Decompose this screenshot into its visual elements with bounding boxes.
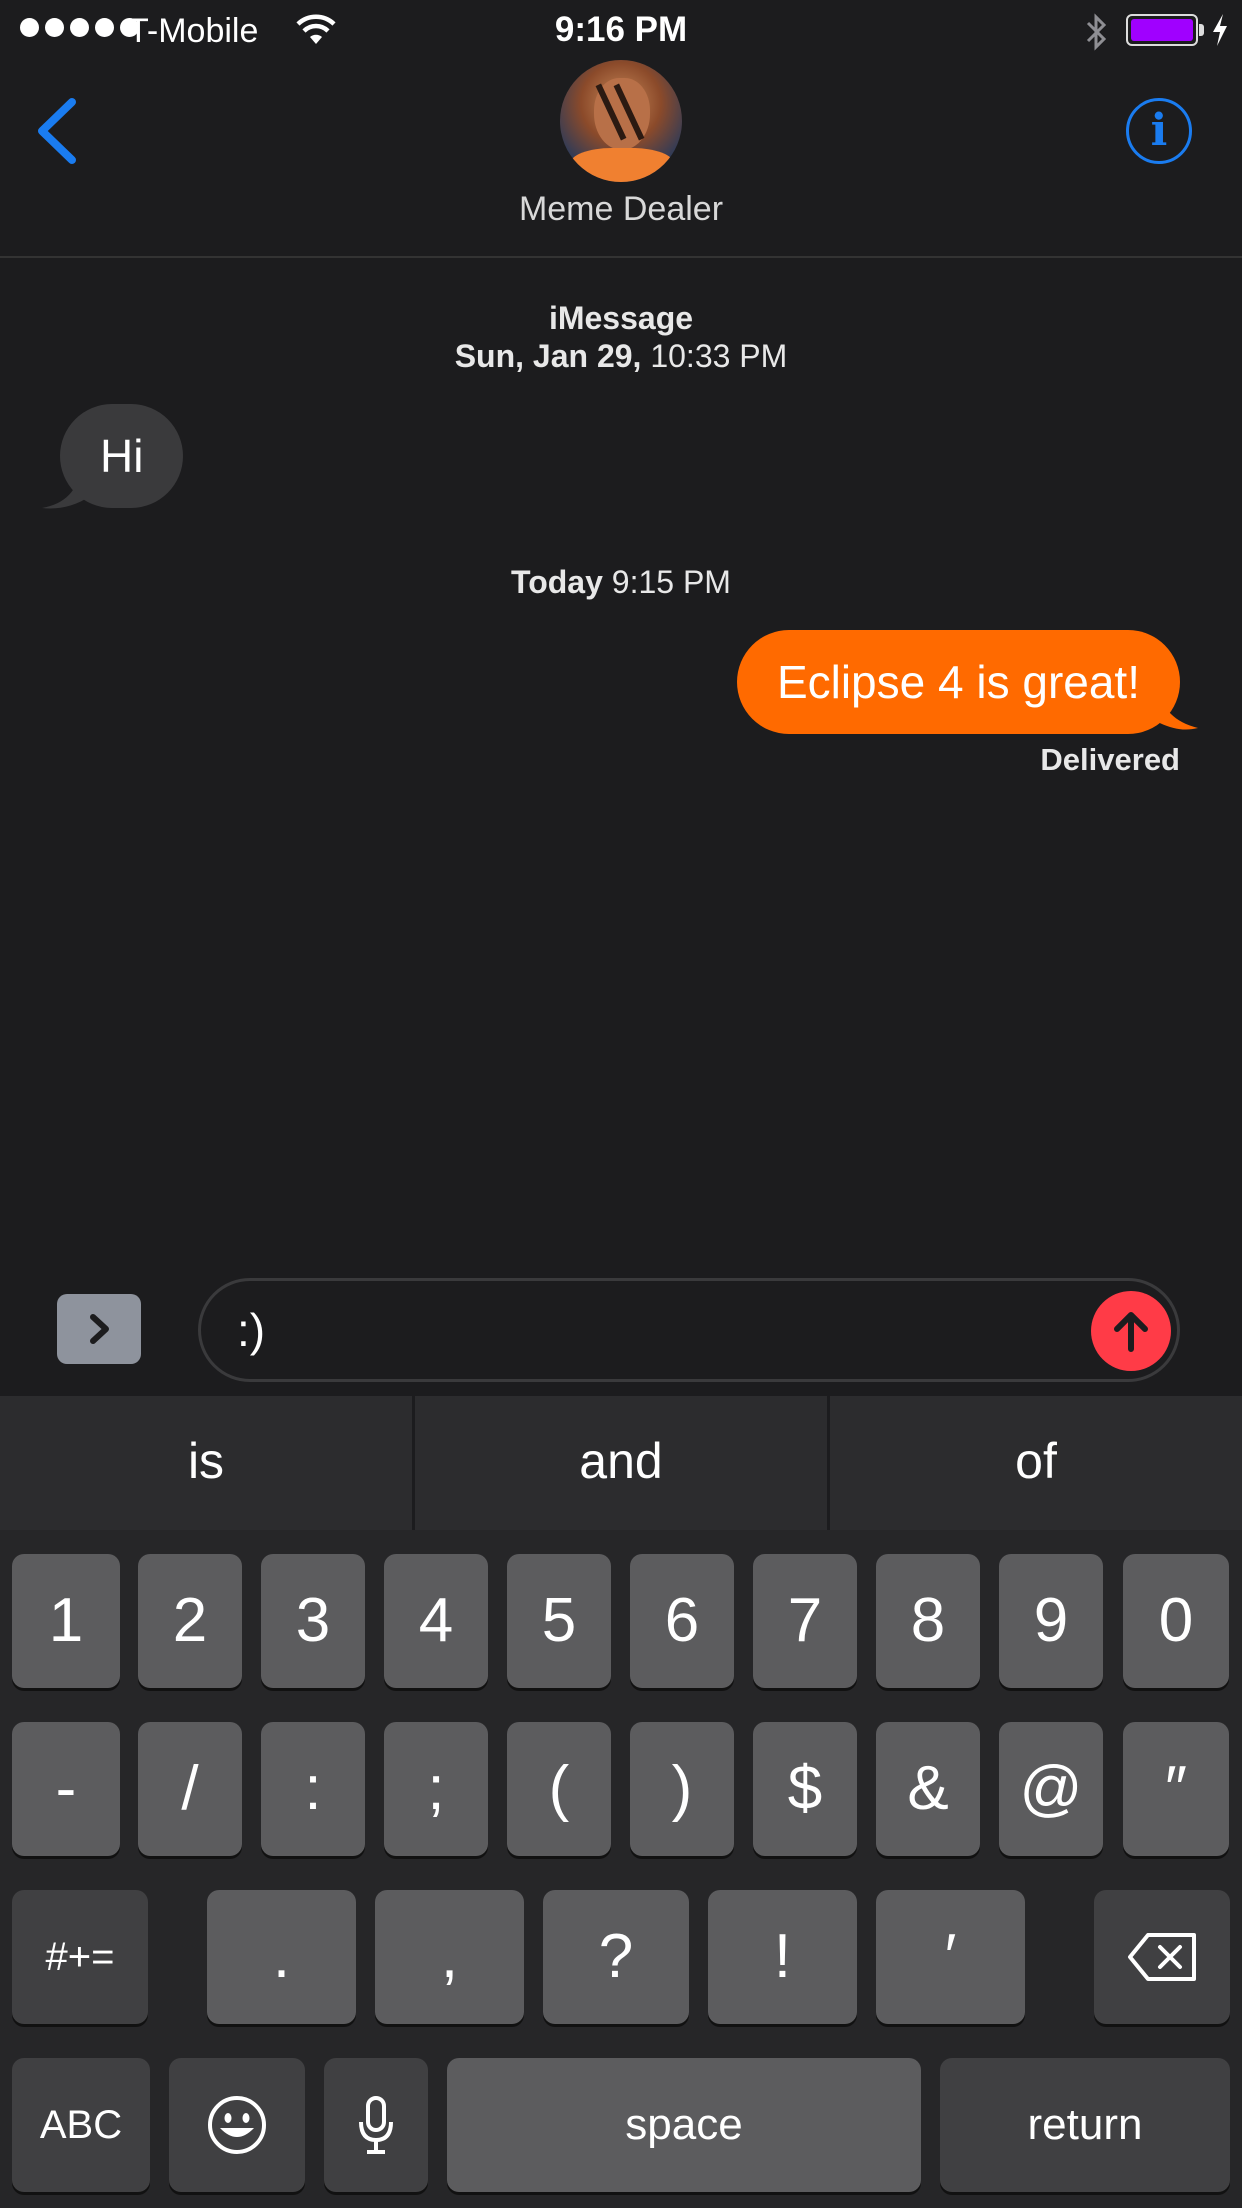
key-apostrophe[interactable]: ′ (876, 1890, 1025, 2024)
suggestion-item[interactable]: and (415, 1396, 830, 1530)
key-dollar[interactable]: $ (753, 1722, 857, 1856)
delivery-status: Delivered (1040, 742, 1180, 777)
key-slash[interactable]: / (138, 1722, 242, 1856)
conversation-header: Meme Dealer i (0, 60, 1242, 258)
key-0[interactable]: 0 (1123, 1554, 1229, 1688)
key-ampersand[interactable]: & (876, 1722, 980, 1856)
key-quote[interactable]: ″ (1123, 1722, 1229, 1856)
message-input-text: :) (237, 1304, 266, 1356)
status-bar: T-Mobile 9:16 PM (0, 0, 1242, 60)
message-timestamp: Today 9:15 PM (511, 564, 731, 600)
dictation-button[interactable] (324, 2058, 428, 2192)
key-5[interactable]: 5 (507, 1554, 611, 1688)
incoming-message-bubble[interactable]: Hi (60, 404, 184, 508)
charging-bolt-icon (1213, 14, 1227, 46)
key-1[interactable]: 1 (12, 1554, 120, 1688)
microphone-icon (359, 2096, 393, 2154)
status-time: 9:16 PM (554, 10, 688, 49)
outgoing-message-bubble[interactable]: Eclipse 4 is great! (736, 630, 1180, 734)
key-colon[interactable]: : (261, 1722, 365, 1856)
bluetooth-icon (1086, 13, 1107, 51)
key-9[interactable]: 9 (999, 1554, 1103, 1688)
chevron-right-icon (90, 1314, 109, 1344)
key-abc[interactable]: ABC (12, 2058, 150, 2192)
key-semicolon[interactable]: ; (384, 1722, 488, 1856)
emoji-button[interactable] (169, 2058, 305, 2192)
space-bar[interactable]: space (447, 2058, 921, 2192)
message-input[interactable]: :) (198, 1278, 1180, 1382)
message-timestamp: Sun, Jan 29, 10:33 PM (454, 338, 788, 374)
key-8[interactable]: 8 (876, 1554, 980, 1688)
key-exclamation[interactable]: ! (708, 1890, 857, 2024)
contact-name[interactable]: Meme Dealer (0, 190, 1242, 229)
key-4[interactable]: 4 (384, 1554, 488, 1688)
key-at[interactable]: @ (999, 1722, 1103, 1856)
suggestion-item[interactable]: is (0, 1396, 415, 1530)
key-symbols-toggle[interactable]: #+= (12, 1890, 148, 2024)
key-open-paren[interactable]: ( (507, 1722, 611, 1856)
key-7[interactable]: 7 (753, 1554, 857, 1688)
delete-icon (1128, 1933, 1196, 1981)
emoji-icon (208, 2096, 266, 2154)
return-key[interactable]: return (940, 2058, 1230, 2192)
delete-button[interactable] (1094, 1890, 1230, 2024)
battery-icon (1126, 14, 1198, 46)
info-icon[interactable]: i (1126, 98, 1192, 164)
key-close-paren[interactable]: ) (630, 1722, 734, 1856)
predictive-bar: is and of (0, 1396, 1242, 1530)
key-3[interactable]: 3 (261, 1554, 365, 1688)
expand-apps-button[interactable] (57, 1294, 141, 1364)
key-comma[interactable]: , (375, 1890, 524, 2024)
contact-avatar[interactable] (560, 60, 682, 182)
key-period[interactable]: . (207, 1890, 356, 2024)
service-label: iMessage (548, 300, 694, 336)
back-chevron-icon[interactable] (28, 96, 84, 166)
key-2[interactable]: 2 (138, 1554, 242, 1688)
key-hyphen[interactable]: - (12, 1722, 120, 1856)
key-question[interactable]: ? (543, 1890, 689, 2024)
keyboard: is and of 1 2 3 4 5 6 7 8 9 0 - / : ; ( … (0, 1396, 1242, 2208)
send-button[interactable] (1091, 1291, 1171, 1371)
key-6[interactable]: 6 (630, 1554, 734, 1688)
suggestion-item[interactable]: of (830, 1396, 1242, 1530)
arrow-up-icon (1114, 1312, 1148, 1352)
